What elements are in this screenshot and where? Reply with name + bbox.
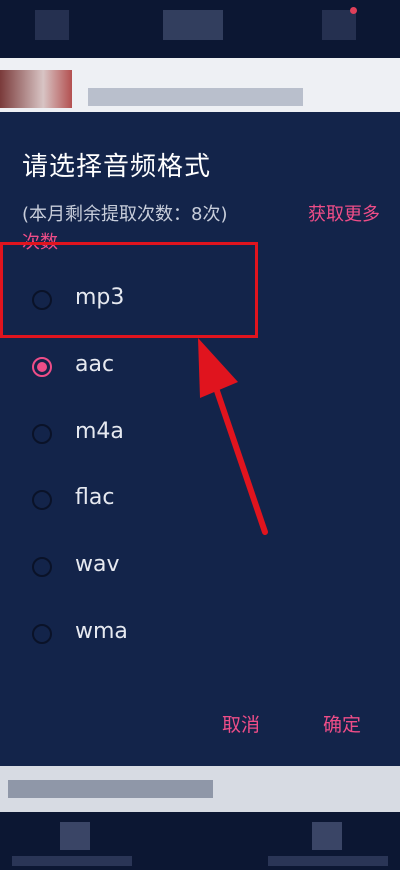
background-item-text [8, 780, 213, 798]
background-item-text [88, 88, 303, 106]
format-option-label: wav [75, 552, 120, 577]
get-more-link-text[interactable]: 获取更多 [308, 200, 380, 226]
radio-button[interactable] [32, 624, 52, 644]
background-thumbnail [0, 70, 72, 108]
audio-format-dialog: 请选择音频格式 (本月剩余提取次数：8次) 获取更多 次数 mp3 aac m4… [0, 112, 400, 766]
format-option-label: aac [75, 352, 115, 377]
bottom-nav-copy-icon[interactable] [60, 822, 90, 850]
format-option-flac[interactable]: flac [0, 474, 400, 530]
screen: 请选择音频格式 (本月剩余提取次数：8次) 获取更多 次数 mp3 aac m4… [0, 0, 400, 870]
format-option-wma[interactable]: wma [0, 608, 400, 664]
notification-dot-icon [350, 7, 357, 14]
format-option-label: m4a [75, 419, 124, 444]
format-option-aac[interactable]: aac [0, 341, 400, 397]
top-nav-home-icon[interactable] [35, 10, 69, 40]
bottom-nav-label [268, 856, 388, 866]
confirm-button[interactable]: 确定 [323, 710, 361, 737]
dialog-title: 请选择音频格式 [22, 152, 212, 182]
cancel-button[interactable]: 取消 [222, 710, 260, 737]
radio-button[interactable] [32, 557, 52, 577]
radio-button[interactable] [32, 424, 52, 444]
radio-button-checked[interactable] [32, 357, 52, 377]
format-option-wav[interactable]: wav [0, 541, 400, 597]
top-nav-video-tab[interactable] [163, 10, 223, 40]
bottom-nav-grid-icon[interactable] [312, 822, 342, 850]
format-option-label: wma [75, 619, 128, 644]
format-option-label: flac [75, 485, 115, 510]
bottom-nav-label [12, 856, 132, 866]
annotation-highlight-box [0, 242, 258, 338]
radio-button[interactable] [32, 490, 52, 510]
format-option-m4a[interactable]: m4a [0, 408, 400, 464]
top-nav-message-icon[interactable] [322, 10, 356, 40]
